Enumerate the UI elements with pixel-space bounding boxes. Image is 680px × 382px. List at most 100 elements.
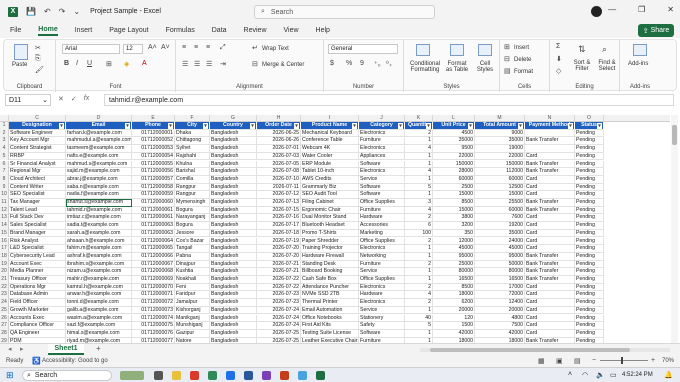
prev-sheet-icon[interactable]: ◂ (8, 345, 12, 353)
table-cell[interactable]: Bank Transfer (525, 276, 575, 284)
table-cell[interactable]: Card (525, 322, 575, 330)
column-header[interactable]: M (475, 115, 525, 122)
currency-button[interactable]: $ (330, 60, 334, 67)
table-cell[interactable]: Software (359, 329, 405, 338)
increase-font-icon[interactable]: A˄ (148, 44, 157, 51)
table-cell[interactable]: Bangladesh (210, 229, 257, 238)
table-cell[interactable]: Furniture (359, 137, 405, 146)
addins-icon[interactable] (633, 44, 647, 56)
share-button[interactable]: ⇪ Share (638, 24, 674, 37)
table-cell[interactable]: 1 (405, 276, 433, 284)
table-cell[interactable]: Card (525, 183, 575, 192)
column-header[interactable]: J (359, 115, 405, 122)
filter-dropdown-icon[interactable]: ▾ (168, 123, 173, 129)
format-as-table-icon[interactable] (450, 44, 464, 56)
table-cell[interactable]: 1 (405, 160, 433, 169)
table-cell[interactable]: NVMe SSD 2TB (301, 291, 359, 300)
header-cell[interactable]: Email ▾ (66, 122, 132, 130)
table-cell[interactable]: Bangladesh (210, 252, 257, 261)
page-break-view-icon[interactable]: ▤ (574, 357, 581, 365)
table-cell[interactable]: Service (359, 306, 405, 315)
table-cell[interactable]: 01712000001 (132, 129, 175, 138)
row-header[interactable]: 22 (0, 283, 9, 292)
table-cell[interactable]: 01712000063 (132, 229, 175, 238)
table-cell[interactable]: 3 (405, 199, 433, 207)
table-cell[interactable]: Standing Desk (301, 260, 359, 269)
table-cell[interactable]: Office Supplies (359, 199, 405, 207)
format-painter-icon[interactable]: 🖌 (35, 66, 44, 74)
table-cell[interactable]: Office Supplies (359, 276, 405, 284)
table-cell[interactable]: Card (525, 291, 575, 300)
header-cell[interactable]: Category ▾ (359, 122, 405, 130)
table-cell[interactable]: 1 (405, 329, 433, 338)
table-cell[interactable]: 16500 (433, 276, 475, 284)
table-cell[interactable]: Training Projector (301, 245, 359, 253)
table-cell[interactable]: 7500 (475, 322, 525, 330)
table-cell[interactable]: 2026-07-19 (257, 237, 301, 246)
header-cell[interactable]: Country ▾ (210, 122, 257, 130)
table-cell[interactable]: Card (525, 214, 575, 223)
table-cell[interactable]: Billboard Booking (301, 268, 359, 276)
table-cell[interactable]: 9000 (475, 129, 525, 138)
table-cell[interactable]: 4500 (433, 129, 475, 138)
table-cell[interactable]: Card (525, 306, 575, 315)
table-cell[interactable]: 6200 (433, 299, 475, 307)
table-cell[interactable]: 2026-07-11 (257, 183, 301, 192)
row-header[interactable]: 16 (0, 237, 9, 246)
table-cell[interactable]: Pending (575, 314, 604, 323)
table-cell[interactable]: Kishorganj (175, 306, 210, 315)
table-cell[interactable]: 72000 (475, 291, 525, 300)
row-header[interactable]: 4 (0, 145, 9, 153)
table-cell[interactable]: Munshiganj (175, 322, 210, 330)
table-cell[interactable]: Bangladesh (210, 314, 257, 323)
table-cell[interactable]: 50000 (475, 260, 525, 269)
table-cell[interactable]: Electronics (359, 299, 405, 307)
table-cell[interactable]: 2026-07-25 (257, 329, 301, 338)
table-cell[interactable]: Stationery (359, 314, 405, 323)
table-cell[interactable]: 2 (405, 214, 433, 223)
row-header[interactable]: 14 (0, 222, 9, 230)
table-cell[interactable]: 25500 (475, 199, 525, 207)
tab-formulas[interactable]: Formulas (166, 27, 195, 34)
table-cell[interactable]: Treasury Officer (9, 276, 66, 284)
table-cell[interactable]: Growth Marketer (9, 306, 66, 315)
table-cell[interactable]: 2026-07-21 (257, 260, 301, 269)
row-header[interactable]: 28 (0, 329, 9, 338)
table-cell[interactable]: Grammarly Biz (301, 183, 359, 192)
column-header[interactable]: L (433, 115, 475, 122)
fill-icon[interactable]: ⬇ (556, 55, 562, 63)
minimize-button[interactable]: — (608, 5, 616, 14)
column-header[interactable]: D (66, 115, 132, 122)
chevron-up-icon[interactable]: ˄ (568, 371, 572, 378)
sort-filter-button[interactable]: Sort & Filter (572, 60, 592, 72)
table-cell[interactable]: Paper Shredder (301, 237, 359, 246)
table-cell[interactable]: Bangladesh (210, 268, 257, 276)
table-cell[interactable]: Cash Safe Box (301, 276, 359, 284)
filter-dropdown-icon[interactable]: ▾ (468, 123, 473, 129)
volume-icon[interactable]: 🔈 (596, 371, 605, 379)
table-cell[interactable]: 112000 (475, 168, 525, 176)
youtube-icon[interactable] (190, 371, 199, 380)
table-cell[interactable]: 3200 (433, 222, 475, 230)
header-cell[interactable]: Status ▾ (575, 122, 604, 130)
table-cell[interactable]: 28000 (433, 168, 475, 176)
table-cell[interactable]: 01712000057 (132, 175, 175, 184)
table-cell[interactable]: Card (525, 299, 575, 307)
table-cell[interactable]: 24000 (475, 237, 525, 246)
align-center-icon[interactable]: ☰ (194, 60, 200, 68)
table-cell[interactable]: 100 (405, 229, 433, 238)
row-header[interactable]: 5 (0, 152, 9, 161)
indent-icon[interactable]: ⇥ (220, 60, 226, 68)
table-cell[interactable]: Accessories (359, 222, 405, 230)
table-cell[interactable]: Software Engineer (9, 129, 66, 138)
table-cell[interactable]: saba.n@example.com (66, 183, 132, 192)
table-cell[interactable]: Marketing (359, 229, 405, 238)
table-cell[interactable]: 22000 (475, 152, 525, 161)
table-cell[interactable]: First Aid Kits (301, 322, 359, 330)
zoom-in-icon[interactable]: + (651, 357, 655, 364)
select-all-corner[interactable] (0, 115, 9, 122)
table-cell[interactable]: 12400 (475, 299, 525, 307)
row-header[interactable]: 8 (0, 175, 9, 184)
vertical-scroll-thumb[interactable] (672, 125, 677, 145)
table-cell[interactable]: SEO Audit Tool (301, 191, 359, 199)
